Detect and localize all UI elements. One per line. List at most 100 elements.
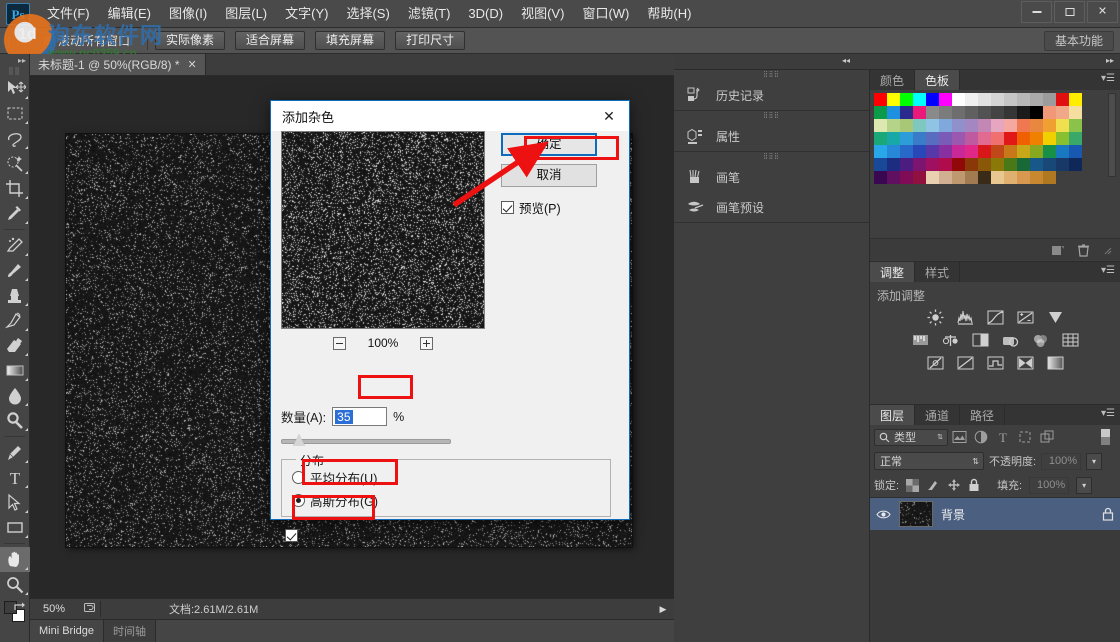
swatch-3-13[interactable] <box>1043 132 1056 145</box>
workspace-switcher-button[interactable]: 基本功能 <box>1044 31 1114 51</box>
swatch-0-9[interactable] <box>991 93 1004 106</box>
cancel-button[interactable]: 取消 <box>501 164 597 187</box>
collapse-dock-right-icon[interactable]: ▸▸ <box>1106 56 1114 65</box>
swatches-scrollbar[interactable] <box>1108 93 1116 177</box>
smart-object-filter-icon[interactable] <box>1036 427 1058 447</box>
swatch-5-3[interactable] <box>913 158 926 171</box>
swatch-0-6[interactable] <box>952 93 965 106</box>
swatch-0-8[interactable] <box>978 93 991 106</box>
swatch-4-12[interactable] <box>1030 145 1043 158</box>
layer-filter-kind-select[interactable]: 类型 ⇅ <box>874 429 948 446</box>
color-lookup-icon[interactable] <box>1060 331 1081 349</box>
swatch-0-10[interactable] <box>1004 93 1017 106</box>
swatch-6-7[interactable] <box>965 171 978 184</box>
tab-adjustments[interactable]: 调整 <box>870 262 915 282</box>
swatch-3-3[interactable] <box>913 132 926 145</box>
swatch-4-2[interactable] <box>900 145 913 158</box>
crop-tool[interactable] <box>0 176 30 201</box>
swatch-6-9[interactable] <box>991 171 1004 184</box>
swatch-6-6[interactable] <box>952 171 965 184</box>
tab-channels[interactable]: 通道 <box>915 405 960 425</box>
opacity-dropdown-icon[interactable]: ▾ <box>1086 453 1102 470</box>
swatch-5-4[interactable] <box>926 158 939 171</box>
lock-all-icon[interactable] <box>968 478 980 492</box>
swatch-0-3[interactable] <box>913 93 926 106</box>
channel-mixer-icon[interactable] <box>1030 331 1051 349</box>
swatch-1-6[interactable] <box>952 106 965 119</box>
swatch-3-7[interactable] <box>965 132 978 145</box>
marquee-tool[interactable] <box>0 101 30 126</box>
swatch-2-14[interactable] <box>1056 119 1069 132</box>
swatch-6-11[interactable] <box>1017 171 1030 184</box>
swatch-0-5[interactable] <box>939 93 952 106</box>
pen-tool[interactable] <box>0 440 30 465</box>
swatch-5-6[interactable] <box>952 158 965 171</box>
swatch-4-7[interactable] <box>965 145 978 158</box>
swatch-0-0[interactable] <box>874 93 887 106</box>
blend-mode-select[interactable]: 正常 ⇅ <box>874 452 984 470</box>
curves-icon[interactable] <box>985 308 1006 326</box>
swatch-6-1[interactable] <box>887 171 900 184</box>
swatch-5-9[interactable] <box>991 158 1004 171</box>
swatch-1-10[interactable] <box>1004 106 1017 119</box>
hue-saturation-icon[interactable] <box>910 331 931 349</box>
zoom-tool[interactable] <box>0 572 30 597</box>
lock-position-icon[interactable] <box>947 478 961 492</box>
opacity-value[interactable]: 100% <box>1041 453 1081 470</box>
type-filter-icon[interactable]: T <box>992 427 1014 447</box>
print-size-button[interactable]: 打印尺寸 <box>395 31 465 50</box>
slider-thumb[interactable] <box>293 434 305 446</box>
swatch-5-8[interactable] <box>978 158 991 171</box>
menu-item-0[interactable]: 文件(F) <box>38 0 99 28</box>
posterize-icon[interactable] <box>955 354 976 372</box>
swatch-1-13[interactable] <box>1043 106 1056 119</box>
swatch-2-9[interactable] <box>991 119 1004 132</box>
move-tool[interactable] <box>0 76 30 101</box>
path-selection-tool[interactable] <box>0 490 30 515</box>
scroll-all-windows-checkbox[interactable]: 滚动所有窗口 <box>42 32 130 49</box>
fit-screen-button[interactable]: 适合屏幕 <box>235 31 305 50</box>
swatch-0-7[interactable] <box>965 93 978 106</box>
swatch-2-6[interactable] <box>952 119 965 132</box>
preview-thumbnail[interactable] <box>281 131 485 329</box>
spot-healing-tool[interactable] <box>0 233 30 258</box>
swatch-1-15[interactable] <box>1069 106 1082 119</box>
close-button[interactable]: ✕ <box>1087 1 1118 23</box>
swatch-1-7[interactable] <box>965 106 978 119</box>
swatch-4-10[interactable] <box>1004 145 1017 158</box>
adjustment-filter-icon[interactable] <box>970 427 992 447</box>
swatch-4-4[interactable] <box>926 145 939 158</box>
eraser-tool[interactable] <box>0 333 30 358</box>
menu-item-1[interactable]: 编辑(E) <box>99 0 160 28</box>
brightness-contrast-icon[interactable] <box>925 308 946 326</box>
selective-color-icon[interactable] <box>1015 354 1036 372</box>
maximize-button[interactable] <box>1054 1 1085 23</box>
swatch-2-11[interactable] <box>1017 119 1030 132</box>
invert-icon[interactable] <box>925 354 946 372</box>
hand-tool[interactable] <box>0 547 30 572</box>
collapse-tools-icon[interactable]: ▸▸ <box>0 54 29 67</box>
swatch-6-15[interactable] <box>1069 171 1082 184</box>
swatch-3-1[interactable] <box>887 132 900 145</box>
menu-item-4[interactable]: 文字(Y) <box>276 0 337 28</box>
mini-bridge-tab[interactable]: Mini Bridge <box>30 620 104 642</box>
swatch-5-1[interactable] <box>887 158 900 171</box>
swatch-4-14[interactable] <box>1056 145 1069 158</box>
zoom-in-button[interactable] <box>420 337 433 350</box>
fill-value[interactable]: 100% <box>1029 477 1069 494</box>
menu-item-9[interactable]: 窗口(W) <box>573 0 638 28</box>
swatch-4-1[interactable] <box>887 145 900 158</box>
swatch-0-15[interactable] <box>1069 93 1082 106</box>
lock-image-icon[interactable] <box>926 478 940 492</box>
tab-paths[interactable]: 路径 <box>960 405 1005 425</box>
swatch-3-11[interactable] <box>1017 132 1030 145</box>
delete-swatch-icon[interactable] <box>1077 243 1090 257</box>
filter-toggle-icon[interactable] <box>1094 427 1116 447</box>
preview-checkbox[interactable]: 预览(P) <box>501 198 561 217</box>
swatch-3-8[interactable] <box>978 132 991 145</box>
swatches-grid[interactable] <box>874 93 1116 184</box>
menu-item-6[interactable]: 滤镜(T) <box>399 0 460 28</box>
swatch-4-9[interactable] <box>991 145 1004 158</box>
swatch-3-4[interactable] <box>926 132 939 145</box>
tab-layers[interactable]: 图层 <box>870 405 915 425</box>
